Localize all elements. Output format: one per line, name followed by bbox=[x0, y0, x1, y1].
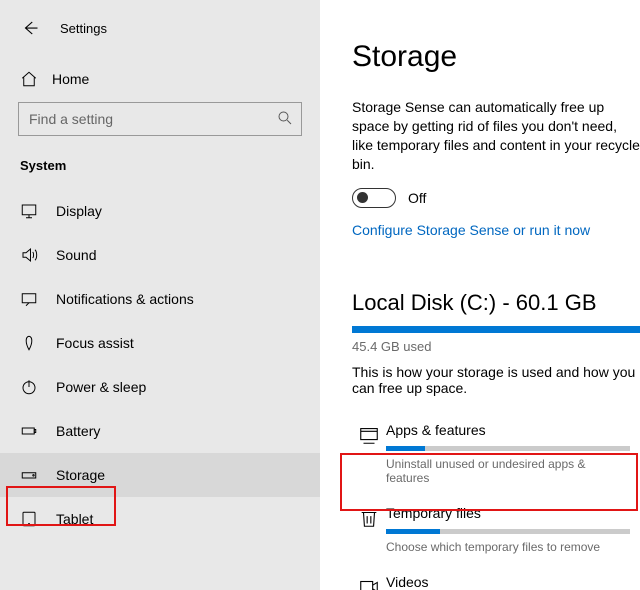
main-panel: Storage Storage Sense can automatically … bbox=[320, 0, 640, 590]
trash-icon bbox=[358, 507, 380, 529]
sidebar-item-tablet[interactable]: Tablet bbox=[0, 497, 320, 541]
home-icon bbox=[20, 70, 38, 88]
disk-title: Local Disk (C:) - 60.1 GB bbox=[352, 290, 640, 316]
sidebar-item-label: Power & sleep bbox=[56, 379, 146, 395]
app-title: Settings bbox=[60, 21, 107, 36]
disk-used-label: 45.4 GB used bbox=[352, 339, 640, 354]
disk-usage-bar bbox=[352, 326, 640, 333]
sidebar-item-home[interactable]: Home bbox=[0, 68, 320, 102]
sidebar-item-sound[interactable]: Sound bbox=[0, 233, 320, 277]
notifications-icon bbox=[20, 290, 38, 308]
storage-sense-toggle[interactable] bbox=[352, 188, 396, 208]
storage-sense-description: Storage Sense can automatically free up … bbox=[352, 98, 640, 174]
category-name: Temporary files bbox=[386, 505, 630, 521]
category-temporary-files[interactable]: Temporary files Choose which temporary f… bbox=[352, 497, 640, 566]
tablet-icon bbox=[20, 510, 38, 528]
apps-icon bbox=[358, 424, 380, 446]
category-bar bbox=[386, 446, 630, 451]
configure-storage-sense-link[interactable]: Configure Storage Sense or run it now bbox=[352, 222, 640, 238]
back-button[interactable] bbox=[14, 12, 46, 44]
category-desc: Choose which temporary files to remove bbox=[386, 540, 630, 554]
sound-icon bbox=[20, 246, 38, 264]
search-input[interactable] bbox=[18, 102, 302, 136]
disk-description: This is how your storage is used and how… bbox=[352, 364, 640, 396]
category-name: Apps & features bbox=[386, 422, 630, 438]
sidebar-item-label: Display bbox=[56, 203, 102, 219]
sidebar-item-label: Storage bbox=[56, 467, 105, 483]
sidebar-item-label: Battery bbox=[56, 423, 100, 439]
sidebar-item-label: Notifications & actions bbox=[56, 291, 194, 307]
sidebar-item-focus-assist[interactable]: Focus assist bbox=[0, 321, 320, 365]
sidebar-item-notifications[interactable]: Notifications & actions bbox=[0, 277, 320, 321]
power-icon bbox=[20, 378, 38, 396]
sidebar-item-power-sleep[interactable]: Power & sleep bbox=[0, 365, 320, 409]
category-name: Videos bbox=[386, 574, 630, 590]
back-arrow-icon bbox=[21, 19, 39, 37]
search-field bbox=[18, 102, 302, 136]
sidebar-item-label: Sound bbox=[56, 247, 96, 263]
category-bar bbox=[386, 529, 630, 534]
focus-assist-icon bbox=[20, 334, 38, 352]
video-icon bbox=[358, 576, 380, 590]
display-icon bbox=[20, 202, 38, 220]
toggle-label: Off bbox=[408, 190, 426, 206]
sidebar-item-label: Tablet bbox=[56, 511, 93, 527]
search-icon bbox=[276, 109, 294, 127]
category-desc: Uninstall unused or undesired apps & fea… bbox=[386, 457, 630, 485]
sidebar-item-label: Home bbox=[52, 71, 89, 87]
sidebar-item-storage[interactable]: Storage bbox=[0, 453, 320, 497]
group-title: System bbox=[0, 158, 320, 189]
page-title: Storage bbox=[352, 40, 640, 74]
sidebar: Settings Home System Display Sound Notif… bbox=[0, 0, 320, 590]
sidebar-item-battery[interactable]: Battery bbox=[0, 409, 320, 453]
category-apps-features[interactable]: Apps & features Uninstall unused or unde… bbox=[352, 414, 640, 497]
storage-icon bbox=[20, 466, 38, 484]
sidebar-item-display[interactable]: Display bbox=[0, 189, 320, 233]
battery-icon bbox=[20, 422, 38, 440]
category-videos[interactable]: Videos Manage the Videos folder bbox=[352, 566, 640, 590]
sidebar-item-label: Focus assist bbox=[56, 335, 134, 351]
